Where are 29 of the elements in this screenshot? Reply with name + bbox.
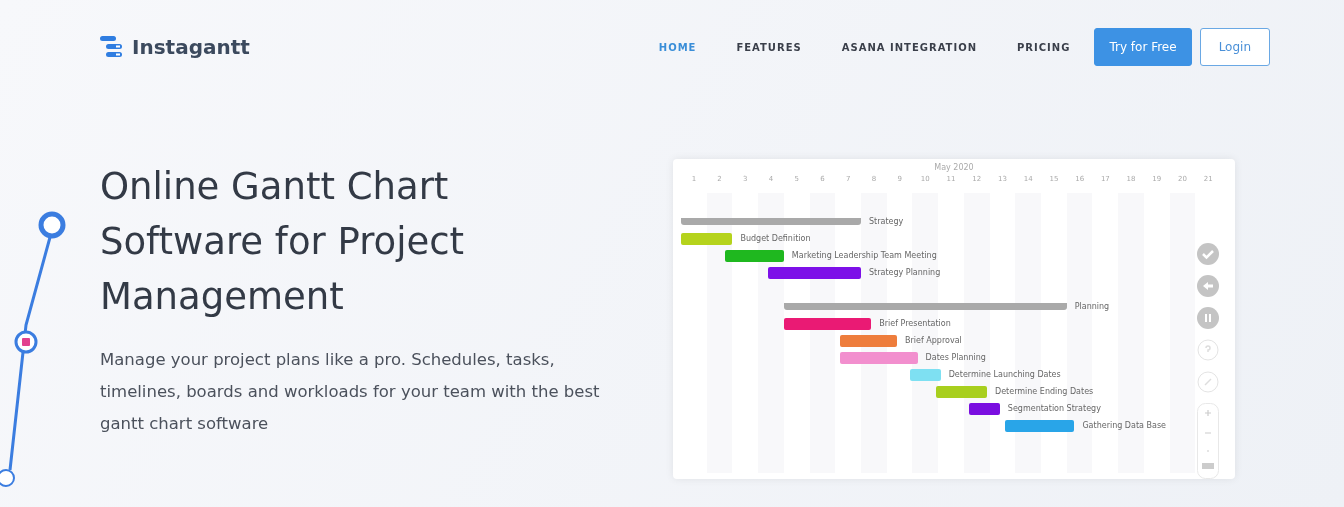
task-name: Segmentation Strategy [1007,404,1101,413]
task-name: Brief Presentation [879,319,951,328]
task-name: Planning [1074,302,1110,311]
hero-text: Manage your project plans like a pro. Schedules, tasks, timelines, boards and workloads for your team with the best gantt chart software [100,349,600,435]
logo-icon [100,36,124,58]
nav-link[interactable]: ASANA INTEGRATION [841,41,978,53]
check-icon[interactable] [1197,243,1219,265]
task-name: Brief Approval [905,336,962,345]
nav-link[interactable]: PRICING [1017,41,1071,53]
task-name: Strategy Planning [869,268,941,277]
task-name: Budget Definition [740,234,811,243]
summary-bar[interactable] [783,303,1067,310]
help-icon[interactable] [1197,339,1219,361]
nav-link[interactable]: FEATURES [736,41,802,53]
task-name: Strategy [869,217,904,226]
month-label: May 2020 [933,163,975,172]
task-name: Determine Launching Dates [948,370,1061,379]
task-name: Gathering Data Base [1082,421,1166,430]
summary-bar[interactable] [681,218,861,225]
brand-name[interactable]: Instagantt [132,35,250,59]
task-name: Marketing Leadership Team Meeting [791,251,937,260]
task-bar[interactable] [783,317,872,330]
task-name: Dates Planning [925,353,986,362]
hero-title: Online Gantt Chart Software for Project Management [100,164,466,320]
zoom-control-icon[interactable] [1197,403,1219,479]
task-name: Determine Ending Dates [995,387,1094,396]
task-bar[interactable] [768,266,861,279]
task-bar[interactable] [969,402,1000,415]
pause-icon[interactable] [1197,307,1219,329]
